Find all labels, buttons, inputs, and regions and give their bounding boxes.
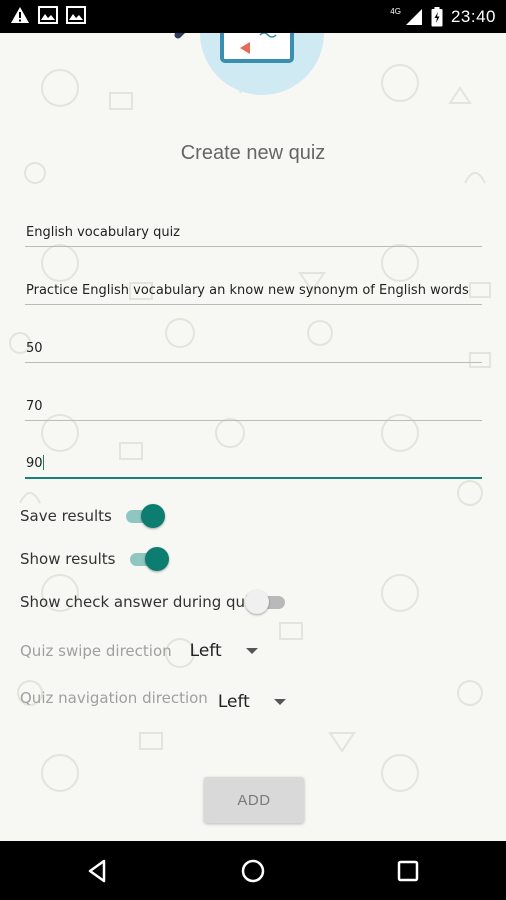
- show-check-answer-toggle[interactable]: [245, 590, 287, 614]
- save-results-label: Save results: [20, 507, 112, 525]
- quiz-number-field-3-value: 90: [26, 456, 43, 471]
- image-icon: [38, 6, 58, 24]
- text-cursor: [42, 455, 44, 470]
- navigation-bar: [0, 841, 506, 900]
- status-notifications: [10, 6, 86, 24]
- show-results-toggle[interactable]: [128, 547, 169, 571]
- show-check-answer-row: Show check answer during quiz: [20, 587, 287, 617]
- signal-icon: [405, 8, 422, 25]
- save-results-toggle[interactable]: [124, 504, 165, 528]
- quiz-description-value: Practice English vocabulary an know new …: [26, 283, 469, 298]
- quiz-number-field-1[interactable]: 50: [25, 333, 482, 363]
- chevron-down-icon[interactable]: [245, 648, 258, 654]
- quiz-number-field-2-value: 70: [26, 399, 43, 414]
- create-quiz-screen: Create new quiz English vocabulary quiz …: [0, 33, 506, 841]
- toggle-thumb: [144, 547, 169, 571]
- save-results-row: Save results: [20, 501, 165, 531]
- show-results-row: Show results: [20, 544, 169, 574]
- navigation-direction-label: Quiz navigation direction: [20, 689, 208, 707]
- warning-icon: [11, 7, 29, 23]
- add-button[interactable]: ADD: [204, 777, 304, 823]
- toggle-thumb: [245, 590, 270, 614]
- back-icon[interactable]: [82, 855, 114, 887]
- battery-icon: [431, 6, 443, 26]
- swipe-direction-select[interactable]: Left: [190, 641, 222, 661]
- quiz-number-field-2[interactable]: 70: [25, 391, 482, 421]
- status-bar: 4G 23:40: [0, 0, 506, 33]
- swipe-direction-label: Quiz swipe direction: [20, 642, 172, 660]
- status-system: 4G 23:40: [390, 0, 496, 33]
- quiz-number-field-1-value: 50: [26, 341, 43, 356]
- recents-icon[interactable]: [392, 855, 424, 887]
- quiz-name-value: English vocabulary quiz: [26, 225, 181, 240]
- toggle-thumb: [140, 504, 165, 528]
- swipe-direction-row: Quiz swipe direction Left: [20, 636, 258, 666]
- page-title: Create new quiz: [180, 142, 326, 164]
- quiz-clipboard-illustration: [174, 33, 324, 95]
- show-check-answer-label: Show check answer during quiz: [20, 593, 258, 611]
- network-type-label: 4G: [390, 7, 401, 16]
- image-icon: [66, 6, 86, 24]
- show-results-label: Show results: [20, 550, 116, 568]
- quiz-name-field[interactable]: English vocabulary quiz: [25, 217, 482, 247]
- navigation-direction-select[interactable]: Left: [218, 692, 250, 712]
- quiz-number-field-3-wrap: 90: [26, 455, 44, 471]
- clock: 23:40: [450, 6, 496, 26]
- chevron-down-icon[interactable]: [273, 699, 286, 705]
- home-icon[interactable]: [237, 855, 269, 887]
- quiz-number-field-3[interactable]: 90: [25, 449, 482, 479]
- navigation-direction-row: Quiz navigation direction Left: [20, 683, 286, 713]
- quiz-description-field[interactable]: Practice English vocabulary an know new …: [25, 275, 482, 305]
